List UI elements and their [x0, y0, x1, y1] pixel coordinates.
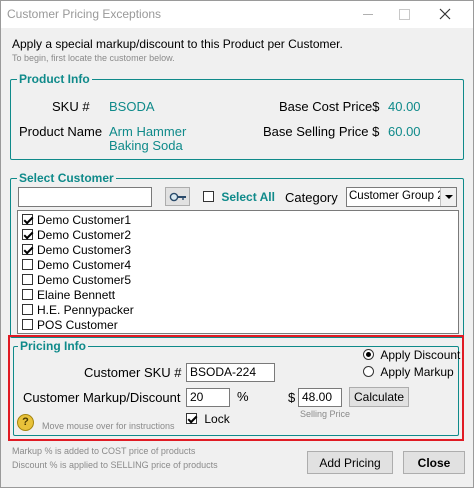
product-info-group — [10, 79, 464, 160]
customer-list[interactable]: Demo Customer1 Demo Customer2 Demo Custome… — [17, 210, 459, 334]
customer-name: Elaine Bennett — [37, 288, 116, 302]
base-cost-label: Base Cost Price$ — [279, 99, 380, 114]
base-selling-label: Base Selling Price $ — [263, 124, 380, 139]
customer-search-input[interactable] — [18, 187, 152, 207]
sku-label: SKU # — [52, 99, 90, 114]
product-name-label: Product Name — [19, 124, 103, 139]
title-bar: Customer Pricing Exceptions — [1, 1, 473, 28]
customer-name: Demo Customer1 — [37, 213, 132, 227]
select-customer-legend: Select Customer — [17, 171, 116, 185]
pricing-exceptions-window: Customer Pricing Exceptions Apply a spec… — [0, 0, 474, 488]
customer-checkbox[interactable] — [22, 319, 33, 330]
intro-text: Apply a special markup/discount to this … — [12, 37, 343, 51]
base-cost-value: 40.00 — [388, 99, 421, 114]
category-selected-value: Customer Group 2 — [349, 190, 444, 202]
product-name-line2: Baking Soda — [109, 138, 183, 153]
customer-name: Demo Customer3 — [37, 243, 132, 257]
customer-name: Demo Customer4 — [37, 258, 132, 272]
base-selling-value: 60.00 — [388, 124, 421, 139]
customer-checkbox[interactable] — [22, 304, 33, 315]
customer-checkbox[interactable] — [22, 289, 33, 300]
window-title: Customer Pricing Exceptions — [7, 7, 162, 21]
customer-list-item[interactable]: POS Customer — [22, 318, 118, 333]
customer-list-item[interactable]: Demo Customer4 — [22, 258, 131, 273]
search-icon — [169, 192, 186, 201]
customer-list-item[interactable]: Elaine Bennett — [22, 288, 115, 303]
customer-name: POS Customer — [37, 318, 118, 332]
customer-checkbox[interactable] — [22, 214, 33, 225]
customer-list-item[interactable]: Demo Customer2 — [22, 228, 131, 243]
customer-list-item[interactable]: H.E. Pennypacker — [22, 303, 134, 318]
highlight-frame — [8, 335, 464, 441]
category-select[interactable]: Customer Group 2 — [346, 187, 457, 207]
product-info-legend: Product Info — [17, 72, 92, 86]
select-all-label: Select All — [221, 190, 275, 204]
customer-list-item[interactable]: Demo Customer3 — [22, 243, 131, 258]
customer-name: Demo Customer2 — [37, 228, 132, 242]
minimize-button[interactable] — [353, 1, 383, 28]
markup-note: Markup % is added to COST price of produ… — [12, 446, 196, 456]
customer-list-item[interactable]: Demo Customer5 — [22, 273, 131, 288]
select-all-checkbox[interactable] — [203, 191, 214, 202]
sku-value: BSODA — [109, 99, 155, 114]
discount-note: Discount % is applied to SELLING price o… — [12, 460, 218, 470]
select-all-control[interactable]: Select All — [203, 190, 275, 204]
product-name-line1: Arm Hammer — [109, 124, 187, 139]
close-window-button[interactable] — [431, 1, 461, 28]
customer-name: Demo Customer5 — [37, 273, 132, 287]
intro-hint: To begin, first locate the customer belo… — [12, 53, 175, 63]
maximize-button[interactable] — [389, 1, 419, 28]
customer-checkbox[interactable] — [22, 244, 33, 255]
chevron-down-icon[interactable] — [440, 188, 456, 206]
customer-checkbox[interactable] — [22, 229, 33, 240]
add-pricing-button[interactable]: Add Pricing — [307, 451, 393, 474]
customer-checkbox[interactable] — [22, 259, 33, 270]
customer-name: H.E. Pennypacker — [37, 303, 134, 317]
customer-list-item[interactable]: Demo Customer1 — [22, 213, 131, 228]
customer-checkbox[interactable] — [22, 274, 33, 285]
category-label: Category — [285, 190, 338, 205]
close-icon — [439, 8, 451, 20]
search-button[interactable] — [165, 187, 190, 206]
close-button[interactable]: Close — [403, 451, 465, 474]
